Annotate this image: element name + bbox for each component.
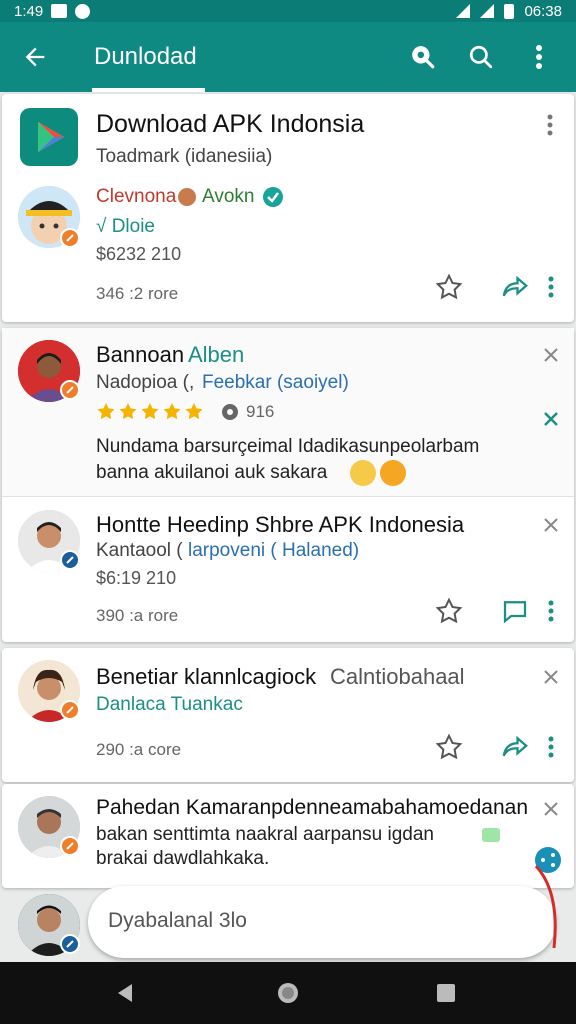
post-item[interactable]: Hontte Heedinp Shbre APK Indonesia Kanta… — [2, 498, 574, 642]
post-title[interactable]: Hontte Heedinp Shbre APK Indonesia — [96, 512, 464, 538]
post-title[interactable]: Download APK Indonsia — [96, 110, 364, 139]
compose-input[interactable]: Dyabalanal 3lo — [88, 886, 556, 958]
star-outline-icon[interactable] — [434, 732, 464, 762]
post-subtitle-link[interactable]: Danlaca Tuankac — [96, 694, 243, 716]
dismiss-icon[interactable] — [540, 344, 562, 366]
media-icon — [75, 3, 91, 19]
nav-recents-icon[interactable] — [436, 983, 456, 1003]
post-body-line1: Nundama barsurçeimal Idadikasunpeolarbam — [96, 436, 480, 457]
status-time-right: 06:38 — [524, 2, 562, 20]
notification-icon — [51, 4, 68, 18]
more-vert-icon — [536, 45, 542, 69]
post-title[interactable]: Bannoan — [96, 342, 184, 368]
edit-badge-icon — [60, 380, 80, 400]
red-accent-curve — [534, 864, 557, 949]
share-icon[interactable] — [500, 272, 530, 302]
system-nav-bar — [0, 962, 576, 1024]
post-subtitle: Nadopioa (, — [96, 372, 195, 393]
app-bar: Dunlodad — [0, 22, 576, 92]
edit-badge-icon — [60, 550, 80, 570]
pin-icon[interactable] — [540, 408, 562, 430]
status-chip-icon — [482, 828, 500, 842]
item-more-icon[interactable] — [547, 736, 555, 758]
post-body-line2: banna akuilanoi auk sakara — [96, 462, 328, 483]
post-meta: 290 :a core — [96, 740, 182, 759]
views-icon — [222, 404, 238, 420]
post-subtitle-link[interactable]: Feebkar (saoiyel) — [202, 372, 349, 394]
author-name-secondary[interactable]: Avokn — [202, 186, 254, 208]
star-outline-icon[interactable] — [434, 272, 464, 302]
divider — [2, 496, 574, 497]
search-icon — [469, 45, 493, 69]
nav-home-icon[interactable] — [276, 981, 300, 1005]
edit-badge-icon — [60, 228, 80, 248]
post-title[interactable]: Benetiar klannlcagiock — [96, 664, 316, 690]
battery-icon — [504, 3, 515, 19]
post-item[interactable]: Bannoan Alben Nadopioa (, Feebkar (saoiy… — [2, 328, 574, 496]
status-tag: √ Dloie — [96, 216, 156, 237]
share-icon[interactable] — [500, 732, 530, 762]
author-name[interactable]: Clevnona — [96, 186, 176, 208]
edit-badge-icon — [60, 700, 80, 720]
search-button[interactable] — [462, 38, 500, 76]
post-subtitle: Toadmark (idanesiia) — [96, 146, 273, 167]
post-meta: 390 :a rore — [96, 606, 179, 625]
nav-back-icon[interactable] — [114, 982, 136, 1004]
tab-title[interactable]: Dunlodad — [92, 22, 205, 92]
post-body-line1: bakan senttimta naakral aarpansu igdan — [96, 824, 435, 845]
post-card[interactable]: Download APK Indonsia Toadmark (idanesii… — [2, 94, 574, 322]
smile-emoji-icon — [350, 460, 376, 486]
lens-search-icon — [412, 46, 435, 69]
back-button[interactable] — [0, 22, 70, 92]
post-title-accent[interactable]: Alben — [188, 342, 244, 368]
wifi-icon — [456, 4, 471, 18]
post-group: Bannoan Alben Nadopioa (, Feebkar (saoiy… — [2, 328, 574, 642]
rating-stars-icon — [97, 403, 203, 420]
price-text: $6232 210 — [96, 244, 182, 264]
status-time-left: 1:49 — [14, 2, 44, 20]
edit-badge-icon — [60, 836, 80, 856]
rating-count: 916 — [246, 402, 275, 421]
card-more-icon[interactable] — [546, 114, 554, 136]
star-outline-icon[interactable] — [434, 596, 464, 626]
lens-button[interactable] — [404, 38, 442, 76]
play-store-app-icon — [20, 108, 78, 166]
compose-placeholder: Dyabalanal 3lo — [108, 909, 247, 932]
verified-badge-icon — [263, 187, 283, 207]
post-card[interactable]: Benetiar klannlcagiock Calntiobahaal Dan… — [2, 648, 574, 782]
post-meta: 346 :2 rore — [96, 284, 179, 303]
dismiss-icon[interactable] — [540, 666, 562, 688]
heart-eyes-emoji-icon — [380, 460, 406, 486]
post-subtitle-link[interactable]: larpoveni ( Halaned) — [188, 540, 359, 562]
arrow-back-icon — [25, 47, 45, 67]
signal-icon — [480, 4, 495, 18]
edit-badge-icon — [60, 934, 80, 954]
comment-icon[interactable] — [500, 596, 530, 626]
post-body-line2: brakai dawdlahkaka. — [96, 848, 270, 869]
dismiss-icon[interactable] — [540, 514, 562, 536]
post-title[interactable]: Pahedan Kamaranpdenneamabahamoedanan — [96, 796, 528, 820]
price-text: $6:19 210 — [96, 568, 177, 588]
dismiss-icon[interactable] — [540, 798, 562, 820]
status-bar: 1:49 06:38 — [0, 0, 576, 22]
overflow-menu-button[interactable] — [520, 38, 558, 76]
item-more-icon[interactable] — [547, 276, 555, 298]
post-title-secondary: Calntiobahaal — [330, 664, 465, 689]
item-more-icon[interactable] — [547, 600, 555, 622]
post-card[interactable]: Pahedan Kamaranpdenneamabahamoedanan bak… — [2, 784, 574, 888]
author-emoji-icon — [178, 188, 196, 206]
post-subtitle: Kantaool ( — [96, 540, 183, 561]
